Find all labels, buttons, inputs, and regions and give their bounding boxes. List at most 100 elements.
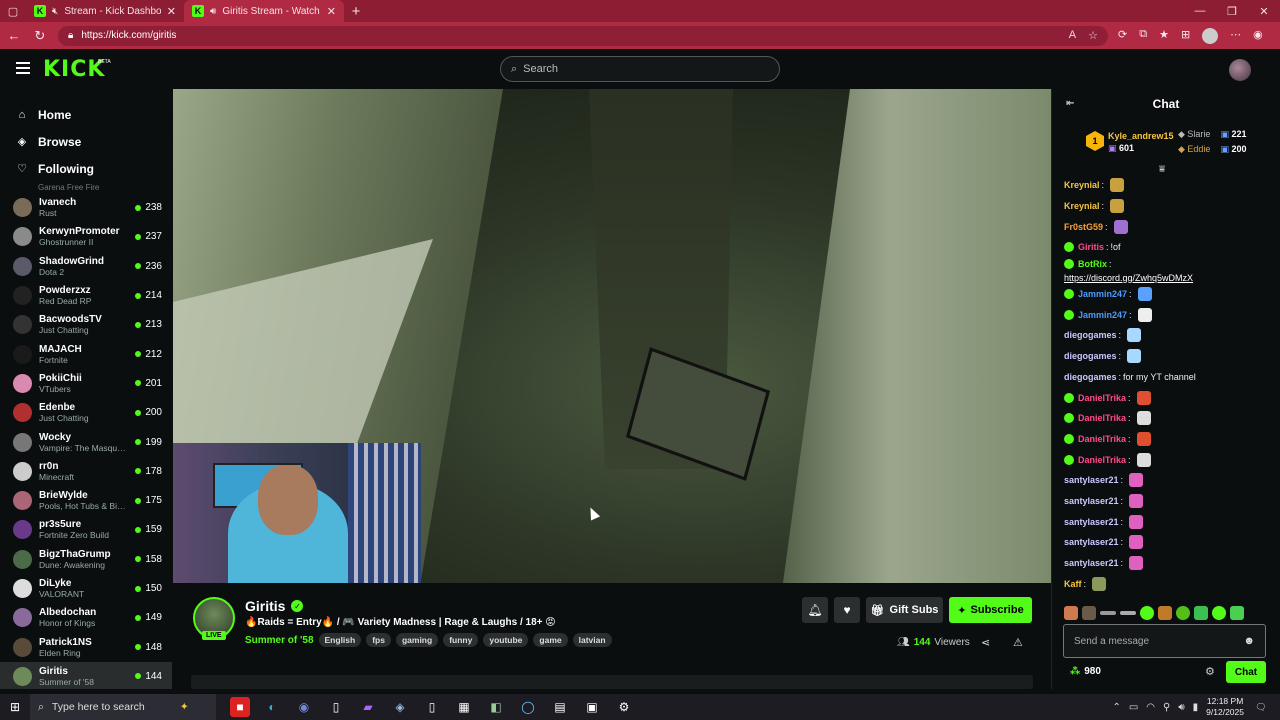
close-tab-icon[interactable]: ✕	[327, 5, 336, 18]
network-icon[interactable]: ▭	[1129, 702, 1138, 713]
chat-username[interactable]: diegogames	[1064, 350, 1117, 362]
stream-tag[interactable]: English	[318, 633, 362, 647]
tray-chevron-icon[interactable]: ⌃	[1112, 702, 1120, 713]
chat-username[interactable]: diegogames	[1064, 371, 1117, 383]
emote-icon[interactable]	[1120, 611, 1136, 615]
chat-input-box[interactable]: ☻	[1063, 624, 1266, 658]
sidebar-channel-pokiichii[interactable]: PokiiChii VTubers 201	[0, 369, 172, 398]
sidebar-channel-rr0n[interactable]: rr0n Minecraft 178	[0, 457, 172, 486]
chat-username[interactable]: Kreynial	[1064, 179, 1100, 191]
report-icon[interactable]: ⚠	[1013, 636, 1023, 649]
chat-username[interactable]: DanielTrika	[1078, 392, 1126, 404]
restore-icon[interactable]: ❐	[1216, 5, 1248, 18]
collections-icon[interactable]: ⊞	[1181, 28, 1190, 44]
sidebar-item-home[interactable]: ⌂ Home	[0, 101, 172, 128]
battery-icon[interactable]: ▮	[1193, 702, 1199, 713]
sidebar-channel-bacwoodstv[interactable]: BacwoodsTV Just Chatting 213	[0, 310, 172, 339]
copilot-icon[interactable]: ◉	[1253, 28, 1263, 44]
sidebar-item-browse[interactable]: ◈ Browse	[0, 128, 172, 155]
chat-settings-gear-icon[interactable]: ⚙	[1205, 665, 1215, 678]
notification-bell-button[interactable]: 🔔︎	[802, 597, 828, 623]
taskbar-search-box[interactable]: ⌕ ✦	[30, 694, 216, 720]
notifications-icon[interactable]: 🗨︎	[1252, 698, 1270, 716]
chat-message-input[interactable]	[1074, 635, 1244, 647]
close-window-icon[interactable]: ✕	[1248, 5, 1280, 18]
chat-username[interactable]: santylaser21	[1064, 557, 1119, 569]
mute-icon[interactable]: 🔇︎	[52, 6, 58, 17]
url-field[interactable]: 🔒︎ https://kick.com/giritis A ☆	[58, 25, 1108, 46]
emote-icon[interactable]	[1212, 606, 1226, 620]
chat-username[interactable]: Fr0stG59	[1064, 221, 1103, 233]
chat-username[interactable]: santylaser21	[1064, 474, 1119, 486]
window-menu-icon[interactable]: ▢	[0, 0, 26, 22]
app-icon[interactable]: ◯	[518, 697, 538, 717]
category-link[interactable]: Summer of '58	[245, 635, 314, 646]
chat-username[interactable]: Giritis	[1078, 241, 1104, 253]
chat-username[interactable]: santylaser21	[1064, 536, 1119, 548]
stream-tag[interactable]: latvian	[572, 633, 612, 647]
refresh-icon[interactable]: ↻	[32, 28, 48, 44]
video-player[interactable]	[173, 89, 1051, 583]
chat-username[interactable]: Jammin247	[1078, 288, 1127, 300]
emote-icon[interactable]	[1100, 611, 1116, 615]
sidebar-channel-powderzxz[interactable]: Powderzxz Red Dead RP 214	[0, 281, 172, 310]
file-icon[interactable]: ▯	[422, 697, 442, 717]
emote-icon[interactable]	[1230, 606, 1244, 620]
hamburger-menu-icon[interactable]	[16, 62, 30, 74]
volume-icon[interactable]: 🔊︎	[1178, 702, 1184, 713]
chat-username[interactable]: Kaff	[1064, 578, 1082, 590]
taskbar-search-input[interactable]	[51, 701, 172, 713]
emoji-picker-icon[interactable]: ☻	[1243, 635, 1255, 647]
wifi-icon[interactable]: ◠	[1146, 702, 1155, 713]
settings-icon[interactable]: ⚙	[614, 697, 634, 717]
clock[interactable]: 12:18 PM 9/12/2025	[1206, 696, 1244, 718]
sidebar-channel-shadowgrind[interactable]: ShadowGrind Dota 2 236	[0, 252, 172, 281]
sidebar-channel-pr3s5ure[interactable]: pr3s5ure Fortnite Zero Build 159	[0, 515, 172, 544]
sidebar-channel-edenbe[interactable]: Edenbe Just Chatting 200	[0, 398, 172, 427]
emote-icon[interactable]	[1082, 606, 1096, 620]
emote-icon[interactable]	[1158, 606, 1172, 620]
profile-avatar[interactable]	[1202, 27, 1219, 44]
steam-icon[interactable]: ◈	[390, 697, 410, 717]
chat-username[interactable]: DanielTrika	[1078, 454, 1126, 466]
speaker-icon[interactable]: 🔊︎	[210, 6, 216, 17]
edge-browser-icon[interactable]: ◐	[262, 697, 282, 717]
leader-first-name[interactable]: Kyle_andrew15	[1108, 131, 1174, 141]
chat-filter-icon[interactable]: ⩸	[1159, 164, 1165, 175]
emote-icon[interactable]	[1194, 606, 1208, 620]
new-tab-button[interactable]: +	[344, 3, 368, 20]
share-icon[interactable]: ⋖	[981, 636, 990, 649]
sidebar-channel-bigzthagrump[interactable]: BigzThaGrump Dune: Awakening 158	[0, 545, 172, 574]
search-box[interactable]: ⌕	[500, 56, 780, 82]
extensions-icon[interactable]: ⟳	[1118, 28, 1127, 44]
app-icon[interactable]: ▤	[550, 697, 570, 717]
sidebar-channel-briewylde[interactable]: BrieWylde Pools, Hot Tubs & Bikinis 175	[0, 486, 172, 515]
chat-username[interactable]: BotRix	[1078, 258, 1107, 270]
emote-icon[interactable]	[1064, 606, 1078, 620]
sidebar-channel-giritis[interactable]: Giritis Summer of '58 144	[0, 661, 172, 689]
microphone-icon[interactable]: ⚲	[1163, 702, 1170, 713]
sidebar-channel-wocky[interactable]: Wocky Vampire: The Masquer... 199	[0, 427, 172, 456]
chat-username[interactable]: Kreynial	[1064, 200, 1100, 212]
emote-icon[interactable]	[1176, 606, 1190, 620]
stream-tag[interactable]: game	[533, 633, 568, 647]
chat-username[interactable]: diegogames	[1064, 329, 1117, 341]
stream-tag[interactable]: youtube	[483, 633, 529, 647]
search-input[interactable]	[523, 63, 754, 75]
chat-username[interactable]: santylaser21	[1064, 516, 1119, 528]
sidebar-channel-patrick1ns[interactable]: Patrick1NS Elden Ring 148	[0, 632, 172, 661]
favorites-icon[interactable]: ★	[1159, 28, 1169, 44]
send-chat-button[interactable]: Chat	[1226, 661, 1266, 683]
more-options-icon[interactable]: ⋯	[1230, 28, 1241, 44]
chat-username[interactable]: santylaser21	[1064, 495, 1119, 507]
kick-logo[interactable]: KICK	[43, 57, 105, 82]
app-icon[interactable]: ▣	[582, 697, 602, 717]
stream-tag[interactable]: gaming	[395, 633, 439, 647]
sidebar-channel-majach[interactable]: MAJACH Fortnite 212	[0, 339, 172, 368]
file-icon[interactable]: ▯	[326, 697, 346, 717]
channel-points[interactable]: ⁂ 980	[1070, 666, 1101, 677]
app-icon[interactable]: ■	[230, 697, 250, 717]
chat-username[interactable]: DanielTrika	[1078, 412, 1126, 424]
chat-username[interactable]: Jammin247	[1078, 309, 1127, 321]
read-aloud-icon[interactable]: A	[1069, 29, 1076, 42]
